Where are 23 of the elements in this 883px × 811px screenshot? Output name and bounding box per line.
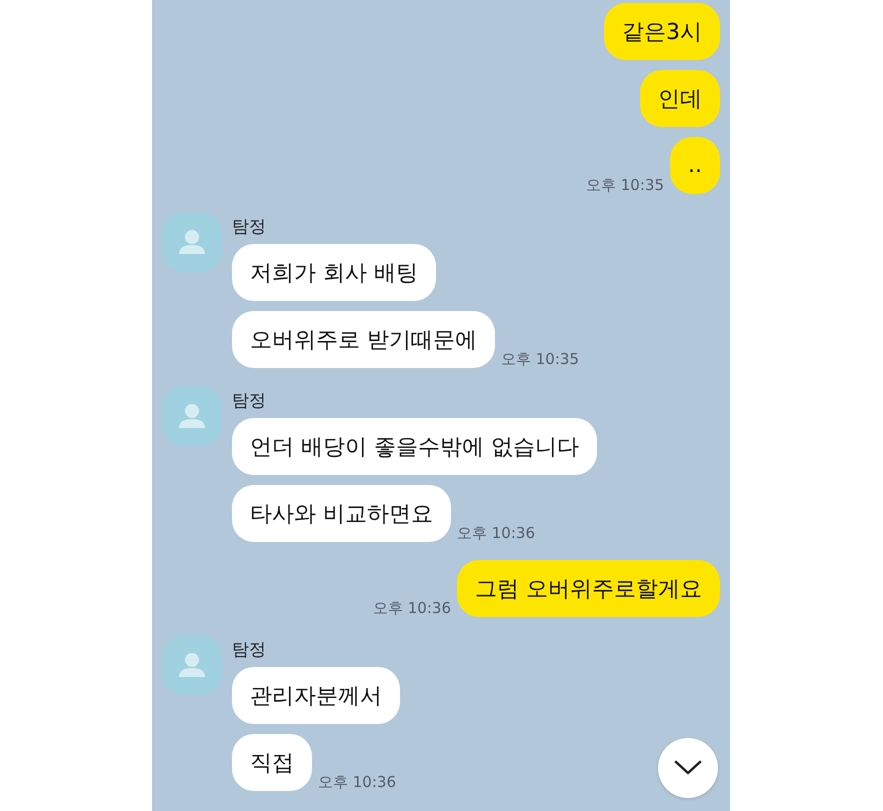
message-time: 오후 10:35 bbox=[501, 350, 579, 368]
sent-message: 인데 bbox=[640, 70, 720, 127]
sent-message: .. bbox=[670, 137, 720, 194]
scroll-down-button[interactable] bbox=[658, 738, 718, 798]
received-message: 타사와 비교하면요 bbox=[232, 485, 451, 542]
received-message: 직접 bbox=[232, 734, 312, 791]
received-message: 오버위주로 받기때문에 bbox=[232, 311, 495, 368]
sender-name: 탐정 bbox=[232, 390, 266, 412]
message-time: 오후 10:36 bbox=[373, 599, 451, 617]
avatar-icon bbox=[162, 386, 222, 446]
message-time: 오후 10:36 bbox=[457, 524, 535, 542]
sender-name: 탐정 bbox=[232, 216, 266, 238]
received-message: 언더 배당이 좋을수밖에 없습니다 bbox=[232, 418, 597, 475]
sent-message: 같은3시 bbox=[604, 3, 720, 60]
received-message: 저희가 회사 배팅 bbox=[232, 244, 436, 301]
message-time: 오후 10:35 bbox=[586, 176, 664, 194]
avatar-icon bbox=[162, 635, 222, 695]
chevron-down-icon bbox=[674, 760, 702, 776]
avatar-icon bbox=[162, 212, 222, 272]
sent-message: 그럼 오버위주로할게요 bbox=[457, 560, 720, 617]
sender-name: 탐정 bbox=[232, 639, 266, 661]
received-message: 관리자분께서 bbox=[232, 667, 400, 724]
message-time: 오후 10:36 bbox=[318, 773, 396, 791]
